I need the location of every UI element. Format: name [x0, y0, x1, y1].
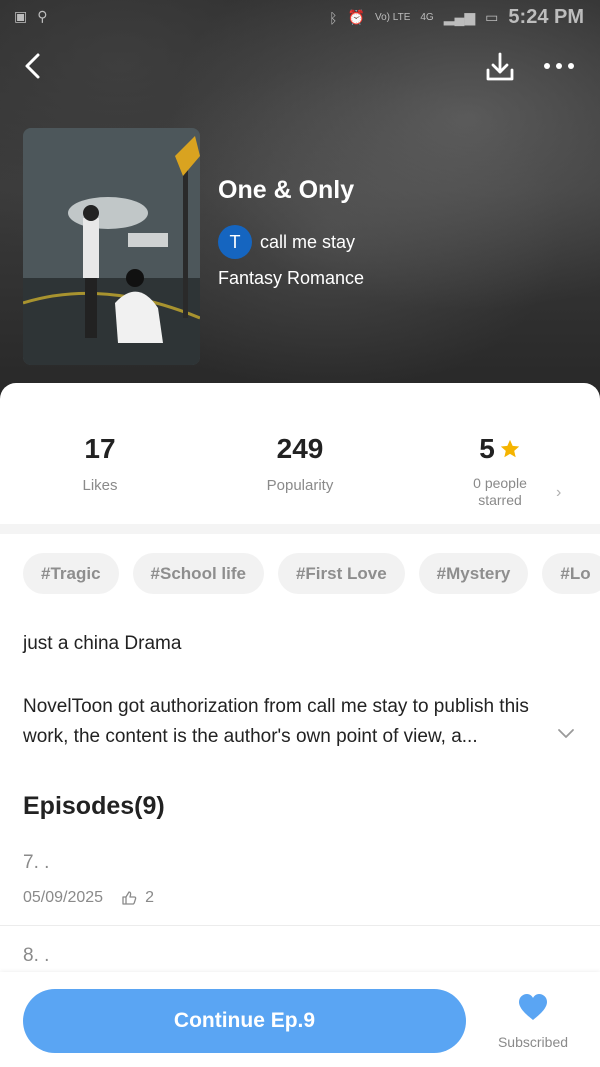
episode-title[interactable]: 7. .	[23, 852, 49, 874]
volte-indicator: Vo) LTE	[374, 12, 411, 23]
tag-chip[interactable]: #Lo	[542, 553, 600, 594]
episode-date: 05/09/2025	[23, 889, 104, 906]
episode-meta: 05/09/2025 2	[23, 889, 154, 907]
chevron-right-icon[interactable]: ›	[556, 484, 561, 502]
gallery-icon: ▣	[14, 8, 28, 24]
tag-chip[interactable]: #Tragic	[23, 553, 119, 594]
bluetooth-icon: ᛒ	[329, 9, 338, 26]
popularity-count: 249	[276, 433, 324, 464]
status-time: 5:24 PM	[508, 6, 584, 28]
download-icon	[486, 52, 514, 81]
episode-divider	[0, 925, 600, 926]
episodes-header: Episodes(9)	[23, 792, 165, 820]
tag-chip[interactable]: #Mystery	[418, 553, 529, 594]
section-divider	[0, 524, 600, 534]
tag-chip[interactable]: #School life	[132, 553, 264, 594]
popularity-label: Popularity	[266, 477, 334, 494]
download-button[interactable]	[482, 50, 518, 84]
continue-reading-button[interactable]: Continue Ep.9	[23, 989, 466, 1053]
tag-list: #Tragic #School life #First Love #Myster…	[23, 553, 600, 594]
author-name: call me stay	[260, 231, 356, 252]
rating-value: 5	[479, 433, 495, 464]
network-indicator: 4G	[420, 12, 434, 23]
likes-stat: 17 Likes	[40, 433, 160, 494]
chevron-down-icon[interactable]	[556, 726, 576, 742]
episode-title[interactable]: 8. .	[23, 945, 49, 967]
genre-label[interactable]: Fantasy Romance	[218, 268, 364, 289]
more-options-button[interactable]	[540, 52, 578, 80]
status-bar: ▣ ⚲ ᛒ ⏰ Vo) LTE 4G ▂▄▆ ▭ 5:24 PM	[0, 0, 600, 36]
battery-icon: ▭	[485, 9, 499, 25]
episode-likes: 2	[145, 889, 154, 906]
tag-chip[interactable]: #First Love	[277, 553, 405, 594]
author-avatar: T	[218, 225, 252, 259]
star-icon	[500, 439, 519, 458]
more-dots-icon	[544, 63, 574, 69]
description-summary: just a china Drama	[23, 633, 182, 654]
book-title: One & Only	[218, 176, 355, 204]
heart-icon	[519, 994, 547, 1020]
notification-icon: ⚲	[37, 8, 48, 24]
signal-icon: ▂▄▆	[443, 9, 476, 25]
book-cover-image	[23, 128, 200, 365]
rating-stat[interactable]: 5 0 people starred	[440, 433, 560, 509]
subscribed-label: Subscribed	[497, 1034, 569, 1050]
rating-label: 0 people starred	[473, 475, 527, 508]
alarm-icon: ⏰	[347, 9, 365, 25]
chevron-left-icon	[25, 53, 40, 79]
author-link[interactable]: T call me stay	[218, 225, 355, 259]
description-body: NovelToon got authorization from call me…	[23, 696, 529, 747]
back-button[interactable]	[18, 50, 50, 82]
thumbs-up-icon	[122, 891, 137, 905]
likes-label: Likes	[82, 477, 118, 494]
likes-count: 17	[84, 433, 116, 464]
subscribe-button[interactable]: Subscribed	[488, 992, 578, 1050]
cover-illustration	[23, 128, 200, 365]
popularity-stat: 249 Popularity	[240, 433, 360, 494]
